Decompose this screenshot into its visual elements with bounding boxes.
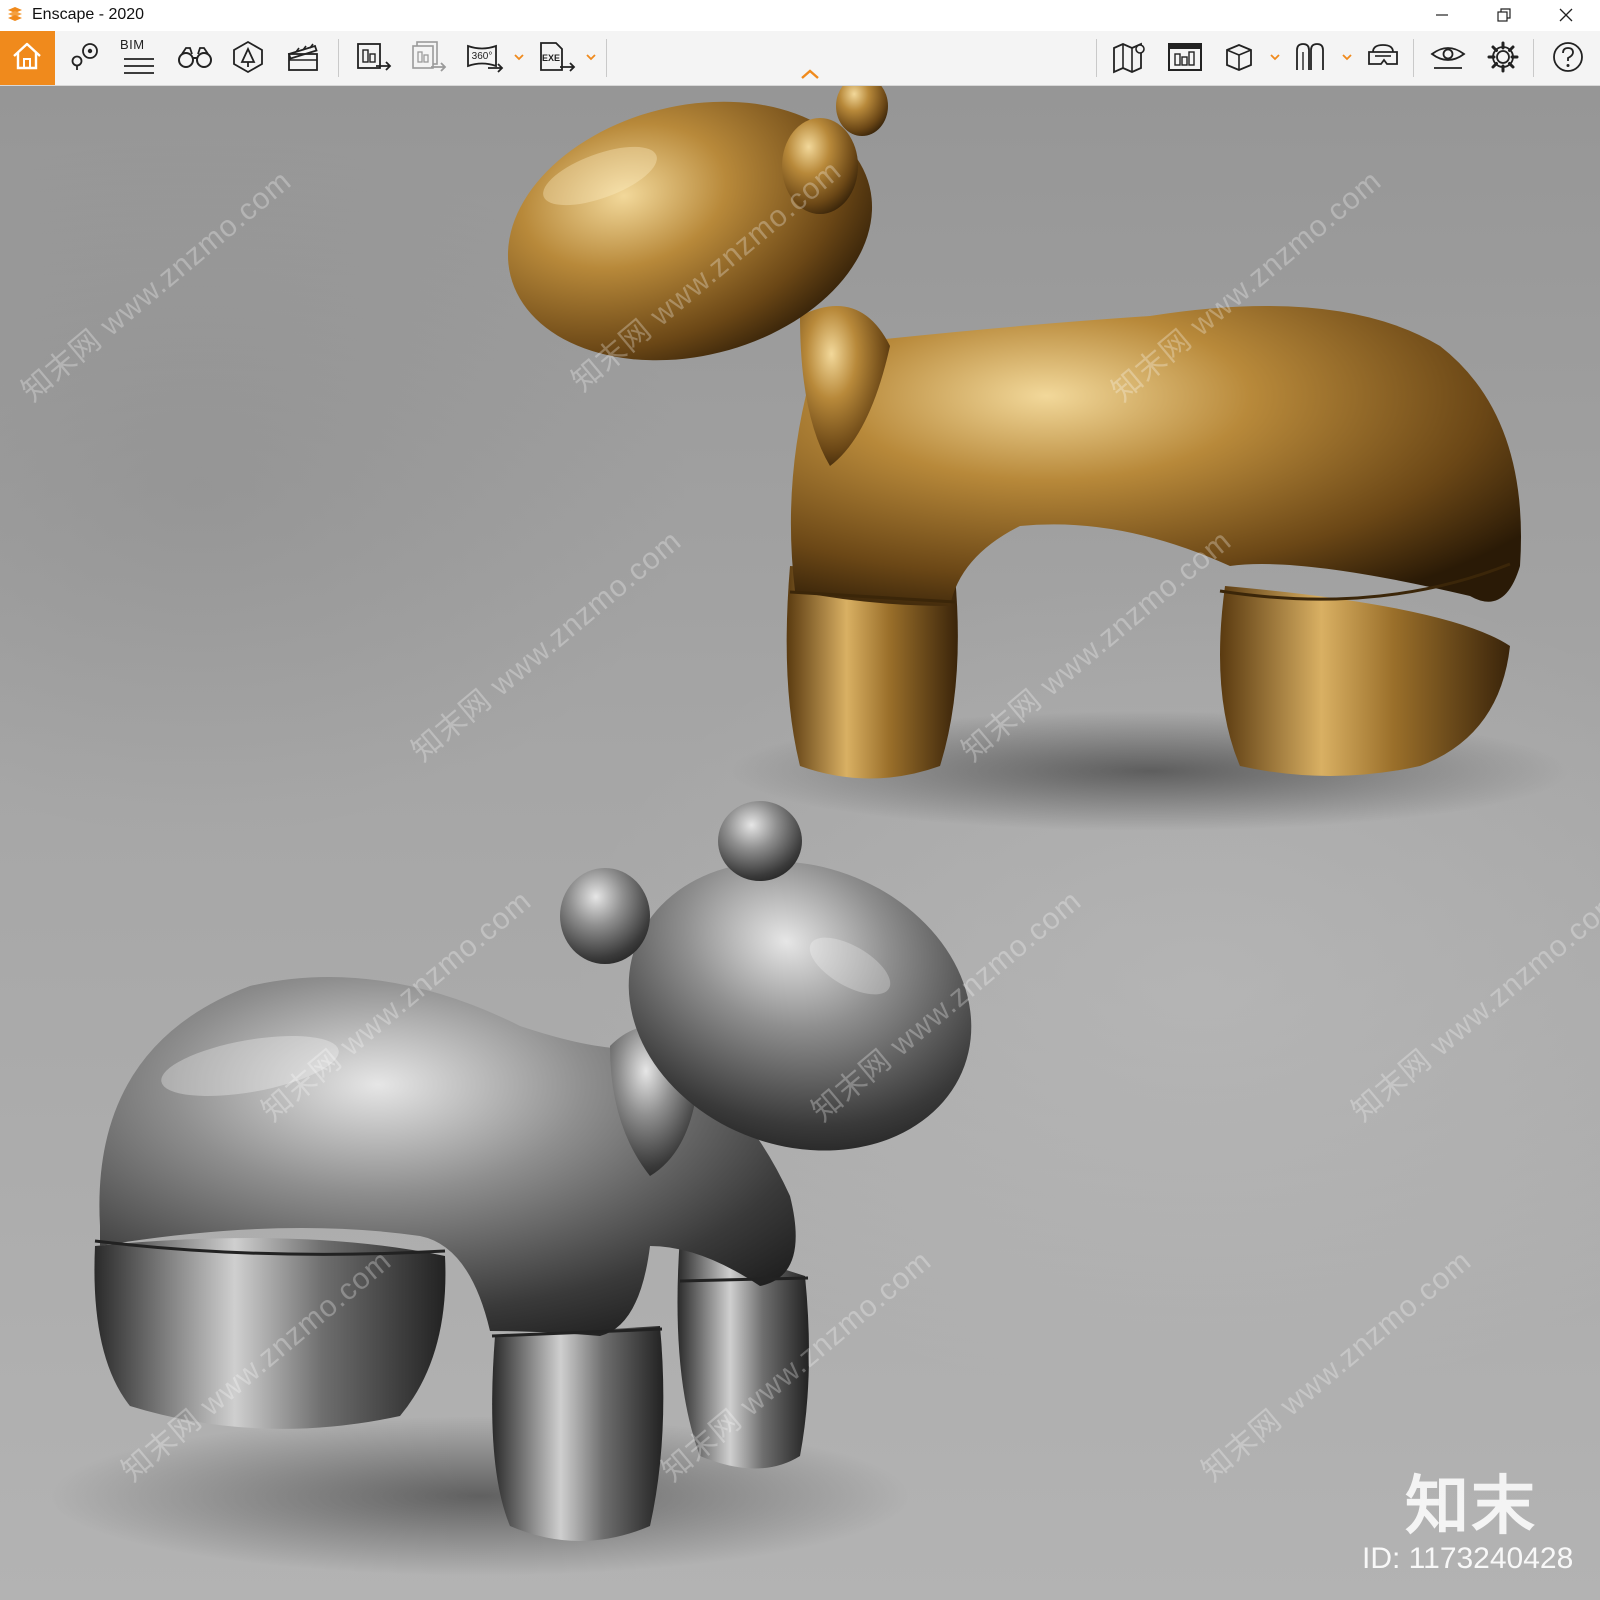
walk-fly-button[interactable] [166,31,218,85]
bim-list-icon [124,58,154,74]
collapse-toolbar-chevron-icon[interactable] [798,67,822,81]
binoculars-icon [178,47,212,68]
bim-button[interactable]: BIM [112,31,164,85]
minimize-button[interactable] [1412,0,1474,31]
screenshot-button[interactable] [346,31,398,85]
panorama-dropdown-chevron-icon[interactable] [513,51,525,63]
toolbar-separator [606,39,607,77]
view-box-button[interactable] [1211,31,1263,85]
silver-horse-sculpture [94,801,972,1541]
vr-button[interactable] [1355,31,1407,85]
views-button[interactable] [58,31,110,85]
brand-watermark: 知末 [1405,1470,1537,1542]
map-pin-icon [71,43,98,70]
cube-icon [1226,44,1252,71]
exe-export-icon: EXE [540,42,576,72]
help-button[interactable] [1540,31,1592,85]
render-preview-button[interactable] [1157,31,1209,85]
enscape-logo-icon [5,5,25,25]
exe-dropdown-chevron-icon[interactable] [585,51,597,63]
help-icon [1553,42,1583,72]
batch-render-button[interactable] [401,31,453,85]
exe-export-button[interactable]: EXE [528,31,580,85]
svg-text:EXE: EXE [542,53,560,63]
screenshot-export-icon [357,43,392,71]
visual-settings-button[interactable] [1420,31,1472,85]
title-bar: Enscape - 2020 [0,0,1600,31]
section-icon [1296,43,1324,70]
section-button[interactable] [1283,31,1335,85]
gear-icon [1487,41,1519,73]
toolbar-separator [1096,39,1097,77]
panorama-360-button[interactable]: 360° [456,31,508,85]
main-toolbar: BIM 360° EXE [0,31,1600,86]
close-icon [1559,8,1573,22]
render-preview-icon [1168,43,1202,71]
home-button[interactable] [0,31,55,85]
asset-library-icon [233,40,263,74]
restore-icon [1497,8,1511,22]
toolbar-separator [1533,39,1534,77]
view-box-dropdown-chevron-icon[interactable] [1269,51,1281,63]
map-button[interactable] [1102,31,1154,85]
settings-button[interactable] [1475,31,1527,85]
image-id-label: ID: 1173240428 [1362,1542,1574,1575]
window-title: Enscape - 2020 [32,6,145,23]
render-viewport[interactable]: 知末网 www.znzmo.com 知末网 www.znzmo.com 知末网 … [0,86,1600,1600]
batch-render-icon [412,41,447,72]
svg-text:360°: 360° [472,51,493,62]
clapperboard-icon [287,43,318,71]
close-button[interactable] [1536,0,1598,31]
panorama-360-icon: 360° [467,44,504,73]
video-editor-button[interactable] [276,31,328,85]
restore-button[interactable] [1474,0,1536,31]
map-icon [1113,42,1145,74]
eye-icon [1430,47,1466,69]
toolbar-separator [338,39,339,77]
home-icon [13,42,41,70]
section-dropdown-chevron-icon[interactable] [1341,51,1353,63]
toolbar-separator [1413,39,1414,77]
asset-library-button[interactable] [221,31,273,85]
vr-headset-icon [1368,44,1398,65]
minimize-icon [1436,14,1448,16]
